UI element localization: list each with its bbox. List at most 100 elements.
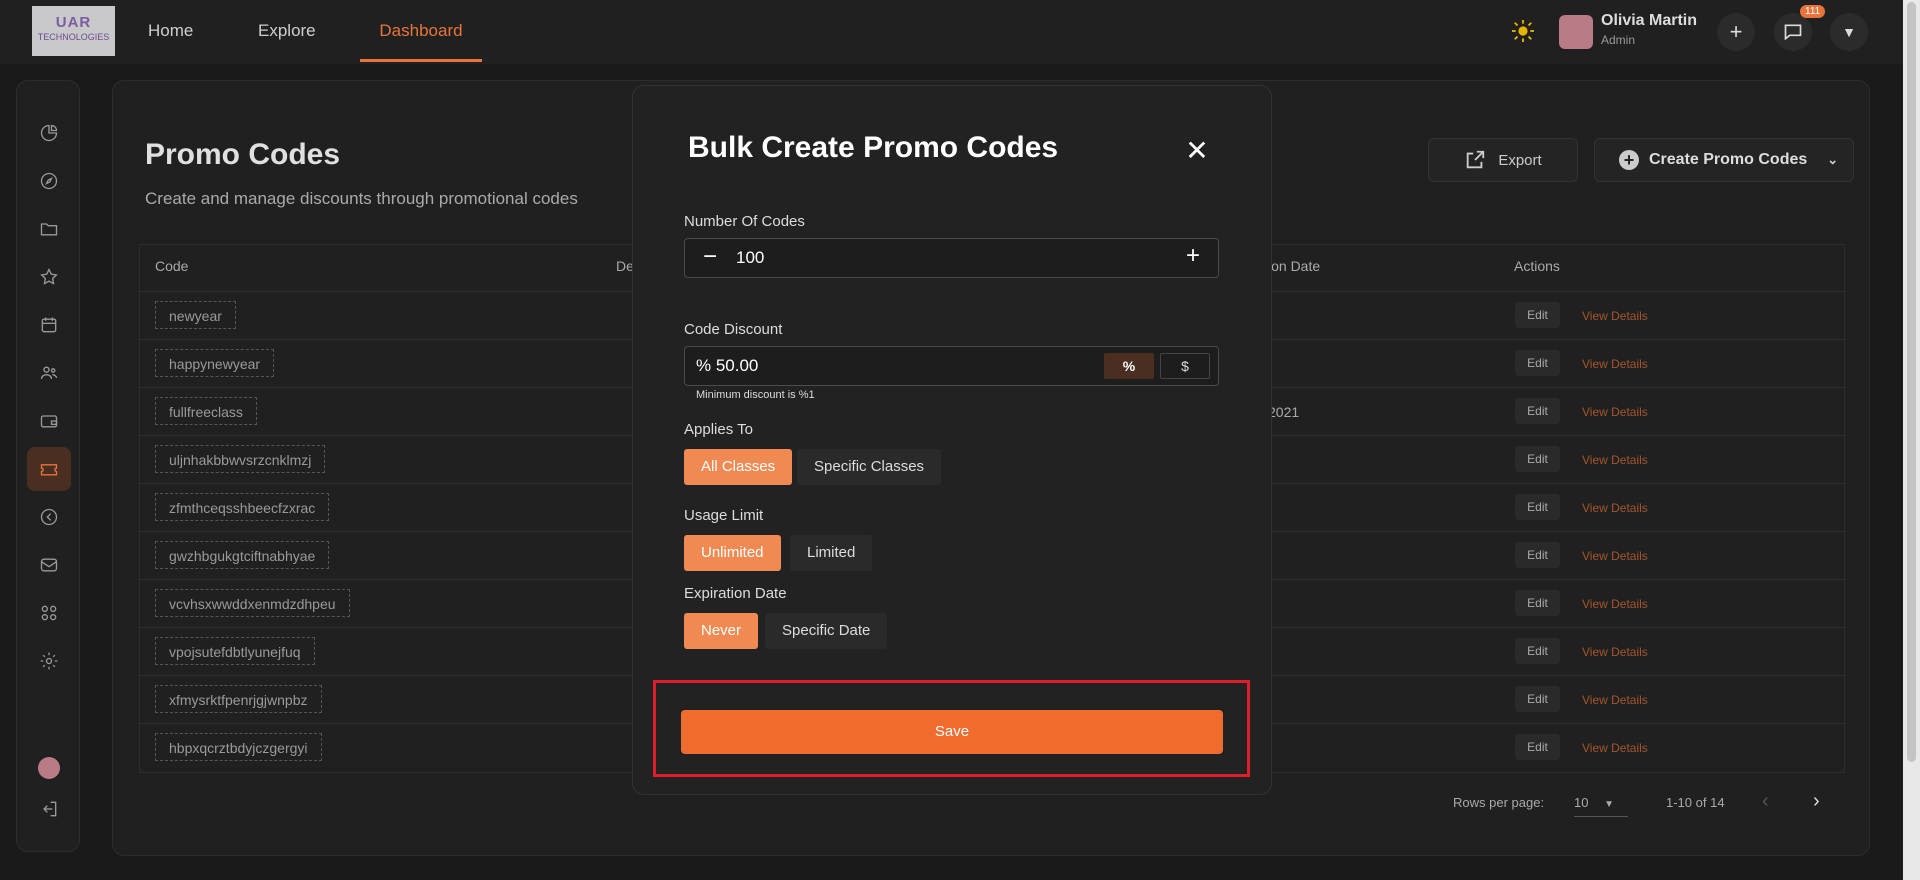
view-details-link[interactable]: View Details	[1582, 597, 1648, 611]
user-avatar[interactable]	[1559, 15, 1593, 49]
column-header-actions: Actions	[1514, 258, 1560, 274]
edit-button[interactable]: Edit	[1515, 494, 1560, 520]
promo-code-tag: zfmthceqsshbeecfzxrac	[155, 493, 330, 521]
plus-circle-icon: +	[1619, 150, 1639, 170]
previous-page-chevron-icon[interactable]: ‹	[1762, 790, 1769, 813]
user-role: Admin	[1601, 33, 1636, 47]
close-icon[interactable]: ✕	[1183, 137, 1211, 165]
never-option[interactable]: Never	[684, 613, 759, 649]
settings-gear-icon[interactable]	[27, 639, 71, 683]
sidebar	[16, 80, 80, 852]
edit-button[interactable]: Edit	[1515, 590, 1560, 616]
number-of-codes-input[interactable]: 100	[736, 248, 764, 268]
promo-code-tag: xfmysrktfpenrjgjwnpbz	[155, 685, 322, 713]
analytics-icon[interactable]	[27, 111, 71, 155]
theme-toggle-sun-icon[interactable]	[1512, 20, 1534, 42]
rows-per-page-select[interactable]: 10 ▼	[1574, 795, 1628, 817]
next-page-chevron-icon[interactable]: ›	[1813, 790, 1820, 813]
nav-explore[interactable]: Explore	[258, 0, 316, 64]
column-header-code[interactable]: Code	[155, 258, 188, 274]
company-logo[interactable]: UAR TECHNOLOGIES	[32, 6, 115, 56]
pagination-range: 1-10 of 14	[1666, 795, 1725, 810]
code-discount-label: Code Discount	[684, 321, 783, 338]
percent-toggle[interactable]: %	[1104, 353, 1154, 379]
edit-button[interactable]: Edit	[1515, 542, 1560, 568]
edit-button[interactable]: Edit	[1515, 734, 1560, 760]
compass-icon[interactable]	[27, 159, 71, 203]
view-details-link[interactable]: View Details	[1582, 453, 1648, 467]
wallet-icon[interactable]	[27, 399, 71, 443]
dollar-toggle[interactable]: $	[1160, 353, 1210, 379]
users-icon[interactable]	[27, 351, 71, 395]
ticket-icon[interactable]	[27, 447, 71, 491]
star-icon[interactable]	[27, 255, 71, 299]
user-name[interactable]: Olivia Martin	[1601, 12, 1697, 30]
discount-hint: Minimum discount is %1	[696, 389, 815, 401]
promo-code-tag: vpojsutefdbtlyunejfuq	[155, 637, 315, 665]
view-details-link[interactable]: View Details	[1582, 645, 1648, 659]
unlimited-option[interactable]: Unlimited	[684, 535, 781, 571]
promo-code-tag: gwzhbgukgtciftnabhyae	[155, 541, 330, 569]
back-circle-icon[interactable]	[27, 495, 71, 539]
page-title: Promo Codes	[145, 138, 341, 171]
add-icon[interactable]: +	[1717, 13, 1755, 51]
create-promo-codes-button[interactable]: + Create Promo Codes ⌄	[1594, 138, 1854, 182]
promo-code-tag: fullfreeclass	[155, 397, 257, 425]
code-discount-input[interactable]: % 50.00	[696, 356, 758, 376]
number-of-codes-label: Number Of Codes	[684, 213, 805, 230]
column-header-expiration-date[interactable]: ion Date	[1268, 258, 1320, 274]
edit-button[interactable]: Edit	[1515, 446, 1560, 472]
usage-limit-label: Usage Limit	[684, 507, 764, 524]
export-button[interactable]: Export	[1428, 138, 1578, 182]
notification-badge: 111	[1800, 5, 1826, 18]
number-of-codes-stepper[interactable]: − 100 +	[684, 238, 1219, 278]
specific-classes-option[interactable]: Specific Classes	[797, 449, 942, 485]
promo-code-tag: hbpxqcrztbdyjczgergyi	[155, 733, 322, 761]
dropdown-caret-icon[interactable]: ▼	[1830, 13, 1868, 51]
folder-icon[interactable]	[27, 207, 71, 251]
scrollbar-thumb[interactable]	[1907, 2, 1916, 762]
minus-icon[interactable]: −	[703, 243, 717, 271]
view-details-link[interactable]: View Details	[1582, 309, 1648, 323]
nav-home[interactable]: Home	[148, 0, 193, 64]
edit-button[interactable]: Edit	[1515, 638, 1560, 664]
page-scrollbar[interactable]	[1903, 0, 1920, 880]
applies-to-label: Applies To	[684, 421, 753, 438]
page-subtitle: Create and manage discounts through prom…	[145, 189, 578, 208]
edit-button[interactable]: Edit	[1515, 350, 1560, 376]
modal-title: Bulk Create Promo Codes	[688, 131, 1059, 164]
expiration-date-label: Expiration Date	[684, 585, 787, 602]
apps-icon[interactable]	[27, 591, 71, 635]
limited-option[interactable]: Limited	[790, 535, 873, 571]
chat-icon[interactable]	[1774, 13, 1812, 51]
code-discount-field[interactable]: % 50.00 % $	[684, 346, 1219, 386]
promo-code-tag: uljnhakbbwvsrzcnklmzj	[155, 445, 326, 473]
rows-per-page-label: Rows per page:	[1453, 795, 1545, 810]
view-details-link[interactable]: View Details	[1582, 741, 1648, 755]
promo-code-tag: happynewyear	[155, 349, 275, 377]
plus-icon[interactable]: +	[1186, 242, 1200, 270]
view-details-link[interactable]: View Details	[1582, 693, 1648, 707]
edit-button[interactable]: Edit	[1515, 302, 1560, 328]
highlight-box	[653, 680, 1250, 777]
mail-icon[interactable]	[27, 543, 71, 587]
export-label: Export	[1498, 151, 1542, 169]
calendar-icon[interactable]	[27, 303, 71, 347]
create-label: Create Promo Codes	[1649, 151, 1808, 168]
rows-per-page-value: 10	[1574, 795, 1589, 810]
specific-date-option[interactable]: Specific Date	[765, 613, 888, 649]
logo-text: UAR	[55, 14, 92, 31]
edit-button[interactable]: Edit	[1515, 398, 1560, 424]
logout-icon[interactable]	[27, 787, 71, 831]
promo-code-tag: vcvhsxwwddxenmdzdhpeu	[155, 589, 350, 617]
view-details-link[interactable]: View Details	[1582, 357, 1648, 371]
view-details-link[interactable]: View Details	[1582, 549, 1648, 563]
view-details-link[interactable]: View Details	[1582, 501, 1648, 515]
sidebar-avatar[interactable]	[38, 757, 60, 779]
expiration-date-cell: 2021	[1268, 404, 1300, 420]
all-classes-option[interactable]: All Classes	[684, 449, 793, 485]
nav-dashboard[interactable]: Dashboard	[360, 0, 482, 62]
chevron-down-icon[interactable]: ⌄	[1827, 152, 1838, 168]
edit-button[interactable]: Edit	[1515, 686, 1560, 712]
view-details-link[interactable]: View Details	[1582, 405, 1648, 419]
